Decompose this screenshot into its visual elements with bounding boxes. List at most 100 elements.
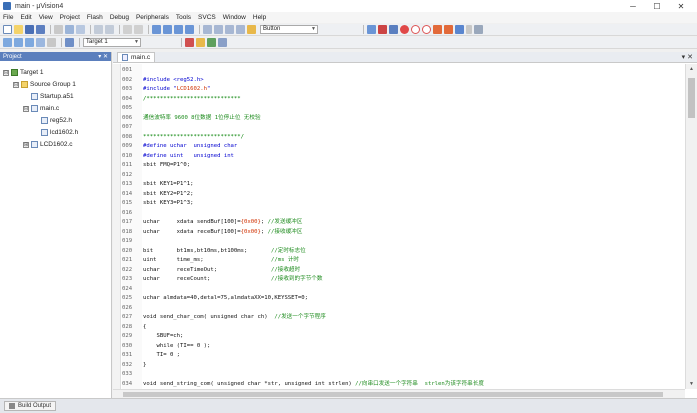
menu-project[interactable]: Project bbox=[60, 14, 80, 21]
code-line[interactable]: 033 bbox=[113, 370, 683, 379]
window-layout-icon[interactable] bbox=[455, 25, 464, 34]
undo-icon[interactable] bbox=[94, 25, 103, 34]
tree-item-target[interactable]: ⊟ Target 1 bbox=[3, 69, 44, 76]
save-all-icon[interactable] bbox=[36, 25, 45, 34]
code-line[interactable]: 010 #define uint unsigned int bbox=[113, 152, 683, 161]
minimize-button[interactable]: ─ bbox=[621, 0, 645, 12]
tab-build-output[interactable]: Build Output bbox=[4, 401, 57, 411]
prev-bookmark-icon[interactable] bbox=[163, 25, 172, 34]
paste-icon[interactable] bbox=[76, 25, 85, 34]
search-icon[interactable] bbox=[389, 25, 398, 34]
bookmark-icon[interactable] bbox=[152, 25, 161, 34]
code-line[interactable]: 007 bbox=[113, 123, 683, 132]
code-line[interactable]: 022 uchar receTimeOut; //接收超时 bbox=[113, 266, 683, 275]
target-select[interactable]: Target 1 ▼ bbox=[83, 38, 141, 47]
new-file-icon[interactable] bbox=[3, 25, 12, 34]
tree-item-lcd1602-c[interactable]: ⊞ LCD1602.c bbox=[23, 141, 73, 148]
code-line[interactable]: 020 bit bt1ms,bt10ms,bt100ms; //定时标志位 bbox=[113, 247, 683, 256]
open-folder-icon[interactable] bbox=[14, 25, 23, 34]
unindent-icon[interactable] bbox=[214, 25, 223, 34]
copy-icon[interactable] bbox=[65, 25, 74, 34]
menu-file[interactable]: File bbox=[3, 14, 13, 21]
comment-icon[interactable] bbox=[225, 25, 234, 34]
code-line[interactable]: 002 #include <reg52.h> bbox=[113, 76, 683, 85]
code-line[interactable]: 034 void send_string_com( unsigned char *… bbox=[113, 380, 683, 389]
code-line[interactable]: 015 sbit KEY3=P1^3; bbox=[113, 199, 683, 208]
code-line[interactable]: 032} bbox=[113, 361, 683, 370]
find-combo[interactable]: Button ▼ bbox=[260, 25, 318, 34]
cut-icon[interactable] bbox=[54, 25, 63, 34]
tree-item-main-c[interactable]: ⊟ main.c bbox=[23, 105, 59, 112]
code-line[interactable]: 018 uchar xdata receBuf[100]={0x00}; //接收… bbox=[113, 228, 683, 237]
menu-help[interactable]: Help bbox=[253, 14, 266, 21]
select-packs-icon[interactable] bbox=[207, 38, 216, 47]
code-line[interactable]: 021 uint time_ms; //ms 计时 bbox=[113, 256, 683, 265]
collapse-icon[interactable]: ⊟ bbox=[23, 105, 29, 112]
menu-tools[interactable]: Tools bbox=[176, 14, 191, 21]
code-line[interactable]: 023 uchar receCount; //接收到的字节个数 bbox=[113, 275, 683, 284]
tree-item-reg52[interactable]: reg52.h bbox=[41, 117, 72, 124]
indent-icon[interactable] bbox=[203, 25, 212, 34]
tab-main-c[interactable]: main.c bbox=[117, 52, 156, 62]
manage-components-icon[interactable] bbox=[196, 38, 205, 47]
code-line[interactable]: 019 bbox=[113, 237, 683, 246]
maximize-button[interactable]: ☐ bbox=[645, 0, 669, 12]
code-area[interactable]: 001 002 #include <reg52.h> 003 #include "LCD… bbox=[113, 64, 683, 389]
collapse-icon[interactable]: ⊟ bbox=[3, 69, 9, 76]
close-icon[interactable]: ▾ ✕ bbox=[682, 53, 693, 61]
code-line[interactable]: 013 sbit KEY1=P1^1; bbox=[113, 180, 683, 189]
code-line[interactable]: 017 uchar xdata sendBuf[100]={0x00}; //发送… bbox=[113, 218, 683, 227]
target-options-icon[interactable] bbox=[185, 38, 194, 47]
menu-flash[interactable]: Flash bbox=[87, 14, 103, 21]
kill-all-breakpoints-icon[interactable] bbox=[444, 25, 453, 34]
close-button[interactable]: ✕ bbox=[669, 0, 693, 12]
collapse-icon[interactable]: ⊟ bbox=[13, 81, 19, 88]
code-line[interactable]: 027 void send_char_com( unsigned char ch)… bbox=[113, 313, 683, 322]
tree-item-startup[interactable]: Startup.a51 bbox=[31, 93, 74, 100]
uncomment-icon[interactable] bbox=[236, 25, 245, 34]
code-line[interactable]: 003 #include "LCD1602.h" bbox=[113, 85, 683, 94]
code-line[interactable]: 005 bbox=[113, 104, 683, 113]
rebuild-icon[interactable] bbox=[25, 38, 34, 47]
code-line[interactable]: 016 bbox=[113, 209, 683, 218]
menu-debug[interactable]: Debug bbox=[110, 14, 129, 21]
vertical-scrollbar[interactable]: ▲ ▼ bbox=[685, 64, 697, 389]
find-in-files-icon[interactable] bbox=[247, 25, 256, 34]
clear-bookmarks-icon[interactable] bbox=[185, 25, 194, 34]
expand-icon[interactable]: ⊞ bbox=[23, 141, 29, 148]
code-line[interactable]: 012 bbox=[113, 171, 683, 180]
nav-forward-icon[interactable] bbox=[134, 25, 143, 34]
disable-breakpoint-icon[interactable] bbox=[411, 25, 420, 34]
code-line[interactable]: 001 bbox=[113, 66, 683, 75]
close-icon[interactable]: ▾ ✕ bbox=[98, 53, 108, 60]
download-icon[interactable] bbox=[65, 38, 74, 47]
code-line[interactable]: 024 bbox=[113, 285, 683, 294]
code-line[interactable]: 009 #define uchar unsigned char bbox=[113, 142, 683, 151]
menu-view[interactable]: View bbox=[39, 14, 53, 21]
chevron-down-icon[interactable] bbox=[466, 25, 472, 34]
scrollbar-thumb[interactable] bbox=[688, 78, 695, 118]
kill-breakpoints-icon[interactable] bbox=[433, 25, 442, 34]
code-line[interactable]: 014 sbit KEY2=P1^2; bbox=[113, 190, 683, 199]
code-line[interactable]: 029 SBUF=ch; bbox=[113, 332, 683, 341]
redo-icon[interactable] bbox=[105, 25, 114, 34]
menu-window[interactable]: Window bbox=[223, 14, 246, 21]
nav-back-icon[interactable] bbox=[123, 25, 132, 34]
build-icon[interactable] bbox=[14, 38, 23, 47]
scroll-up-icon[interactable]: ▲ bbox=[686, 64, 697, 74]
tree-item-lcd1602-h[interactable]: lcd1602.h bbox=[41, 129, 78, 136]
code-line[interactable]: 004 /**************************** bbox=[113, 95, 683, 104]
code-line[interactable]: 030 while (TI== 0 ); bbox=[113, 342, 683, 351]
code-line[interactable]: 006 通信波特率 9600 8位数据 1位停止位 无校验 bbox=[113, 114, 683, 123]
horizontal-scrollbar[interactable] bbox=[113, 389, 685, 398]
menu-edit[interactable]: Edit bbox=[20, 14, 31, 21]
stop-build-icon[interactable] bbox=[47, 38, 56, 47]
next-bookmark-icon[interactable] bbox=[174, 25, 183, 34]
menu-svcs[interactable]: SVCS bbox=[198, 14, 216, 21]
breakpoint-icon[interactable] bbox=[400, 25, 409, 34]
disable-all-breakpoints-icon[interactable] bbox=[422, 25, 431, 34]
scroll-down-icon[interactable]: ▼ bbox=[686, 379, 697, 389]
code-line[interactable]: 008 *****************************/ bbox=[113, 133, 683, 142]
code-line[interactable]: 031 TI= 0 ; bbox=[113, 351, 683, 360]
scrollbar-thumb[interactable] bbox=[123, 392, 663, 397]
